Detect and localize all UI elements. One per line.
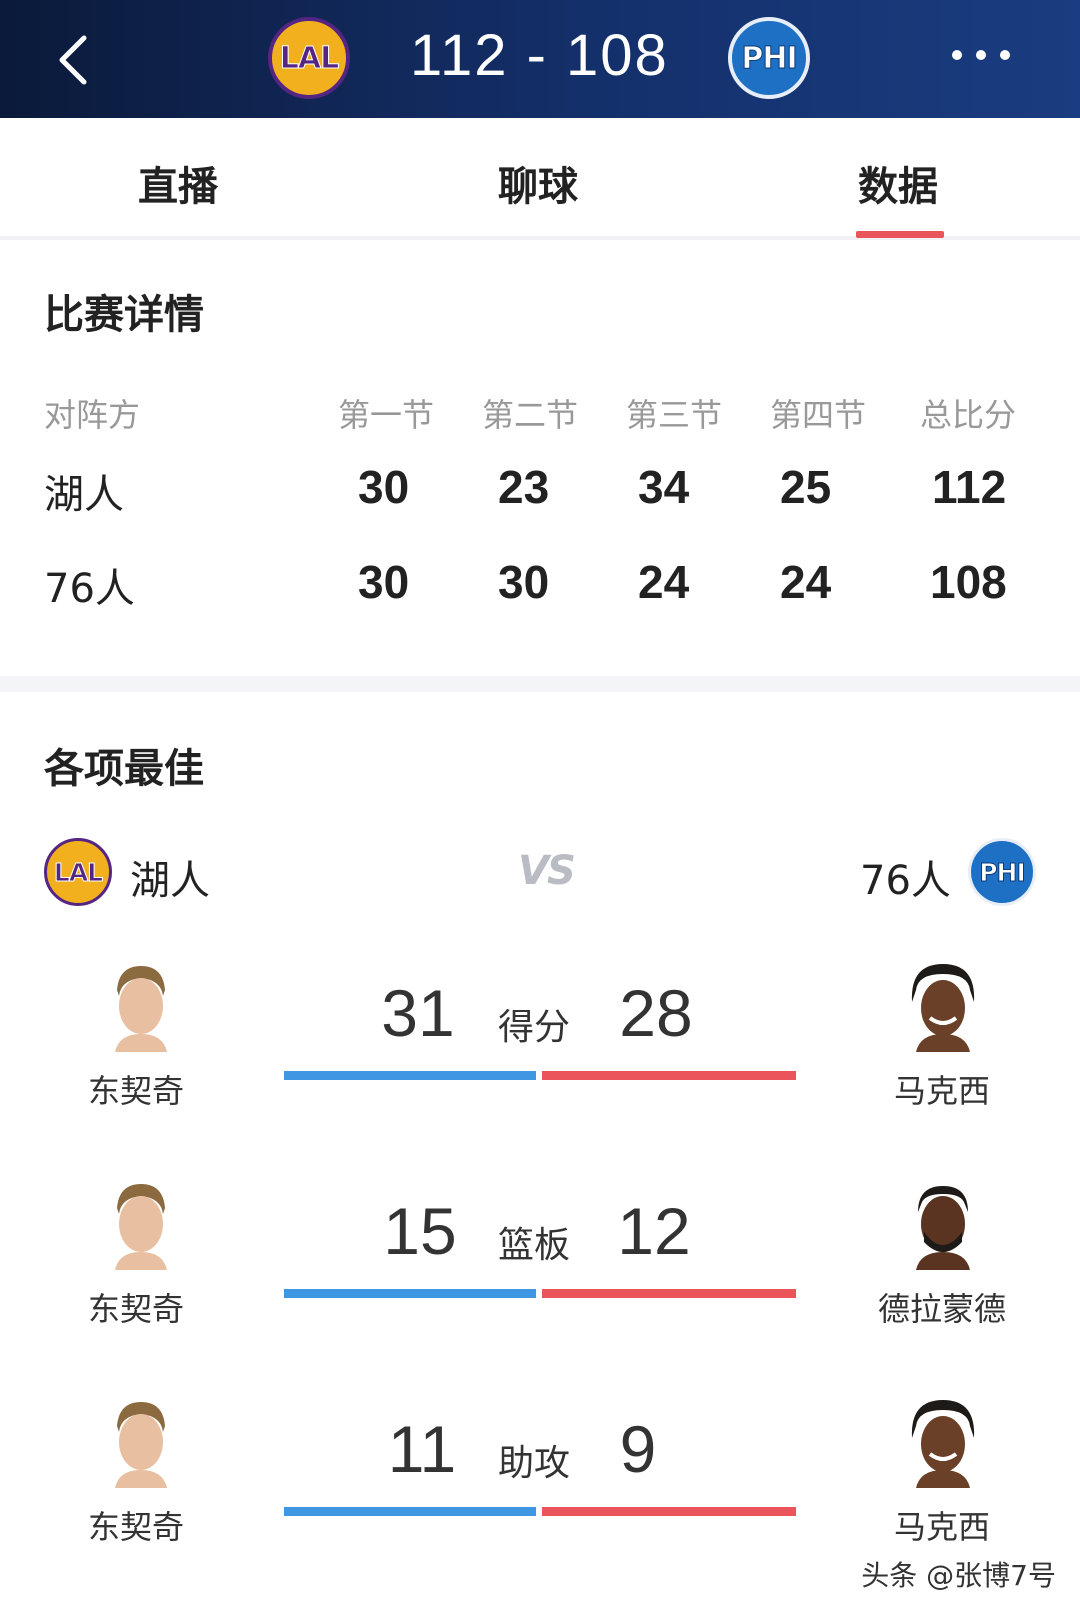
home-stat-bar — [284, 1289, 536, 1298]
sixers-q1: 30 — [358, 556, 410, 608]
sixers-total: 108 — [930, 556, 1007, 608]
column-header-team: 对阵方 — [44, 396, 141, 434]
leader-home-player[interactable]: 东契奇 — [36, 1284, 236, 1330]
away-stat-bar — [542, 1507, 796, 1516]
leader-home-player[interactable]: 东契奇 — [36, 1066, 236, 1112]
match-details-title: 比赛详情 — [44, 292, 204, 338]
leader-away-player[interactable]: 马克西 — [842, 1502, 1042, 1548]
player-avatar-icon[interactable] — [908, 960, 978, 1052]
leader-home-value: 11 — [387, 1412, 457, 1486]
leader-away-value: 9 — [619, 1412, 657, 1486]
leaders-home-team: 湖人 — [130, 858, 210, 904]
column-header-q3: 第三节 — [626, 396, 723, 434]
lakers-q4: 25 — [780, 461, 832, 513]
row-team-lakers: 湖人 — [44, 472, 124, 518]
lakers-q2: 23 — [498, 461, 550, 513]
lakers-total: 112 — [932, 461, 1007, 513]
column-header-q2: 第二节 — [482, 396, 579, 434]
stat-label: 篮板 — [498, 1225, 571, 1266]
leader-away-player[interactable]: 马克西 — [842, 1066, 1042, 1112]
tab-stats[interactable]: 数据 — [858, 154, 938, 212]
leaders-title: 各项最佳 — [44, 746, 204, 792]
leader-home-value: 15 — [383, 1194, 457, 1268]
player-avatar-icon[interactable] — [105, 960, 175, 1052]
back-button[interactable] — [50, 30, 100, 90]
game-score: 112 - 108 — [410, 23, 669, 88]
column-header-q1: 第一节 — [338, 396, 435, 434]
player-avatar-icon[interactable] — [105, 1396, 175, 1488]
sixers-q2: 30 — [498, 556, 550, 608]
player-avatar-icon[interactable] — [908, 1396, 978, 1488]
player-avatar-icon[interactable] — [105, 1178, 175, 1270]
chevron-left-icon — [59, 35, 87, 85]
lakers-logo: LAL — [268, 17, 350, 99]
watermark: 头条 @张博7号 — [861, 1559, 1056, 1592]
section-divider — [0, 676, 1080, 692]
away-stat-bar — [542, 1071, 796, 1080]
column-header-total: 总比分 — [920, 396, 1017, 434]
more-dots-icon[interactable] — [952, 50, 1010, 60]
lakers-q3: 34 — [638, 461, 690, 513]
leader-home-player[interactable]: 东契奇 — [36, 1502, 236, 1548]
leader-away-value: 28 — [619, 976, 693, 1050]
stat-label: 得分 — [498, 1007, 571, 1048]
sixers-logo: PHI — [728, 17, 810, 99]
lakers-logo-small: LAL — [44, 838, 112, 906]
home-stat-bar — [284, 1507, 536, 1516]
active-tab-indicator — [856, 231, 944, 238]
game-header: LAL 112 - 108 PHI — [0, 0, 1080, 118]
leader-away-player[interactable]: 德拉蒙德 — [842, 1284, 1042, 1330]
leaders-away-team: 76人 — [860, 858, 951, 904]
leader-home-value: 31 — [381, 976, 455, 1050]
sixers-q4: 24 — [780, 556, 832, 608]
away-stat-bar — [542, 1289, 796, 1298]
sixers-logo-small: PHI — [968, 838, 1036, 906]
row-team-sixers: 76人 — [44, 566, 135, 612]
sixers-q3: 24 — [638, 556, 690, 608]
home-stat-bar — [284, 1071, 536, 1080]
lakers-q1: 30 — [358, 461, 410, 513]
column-header-q4: 第四节 — [770, 396, 867, 434]
tab-live[interactable]: 直播 — [138, 154, 218, 212]
tab-bar: 直播 聊球 数据 — [0, 118, 1080, 240]
tab-chat[interactable]: 聊球 — [498, 154, 578, 212]
stat-label: 助攻 — [498, 1443, 571, 1484]
vs-label: VS — [518, 848, 576, 894]
player-avatar-icon[interactable] — [908, 1178, 978, 1270]
leader-away-value: 12 — [617, 1194, 691, 1268]
